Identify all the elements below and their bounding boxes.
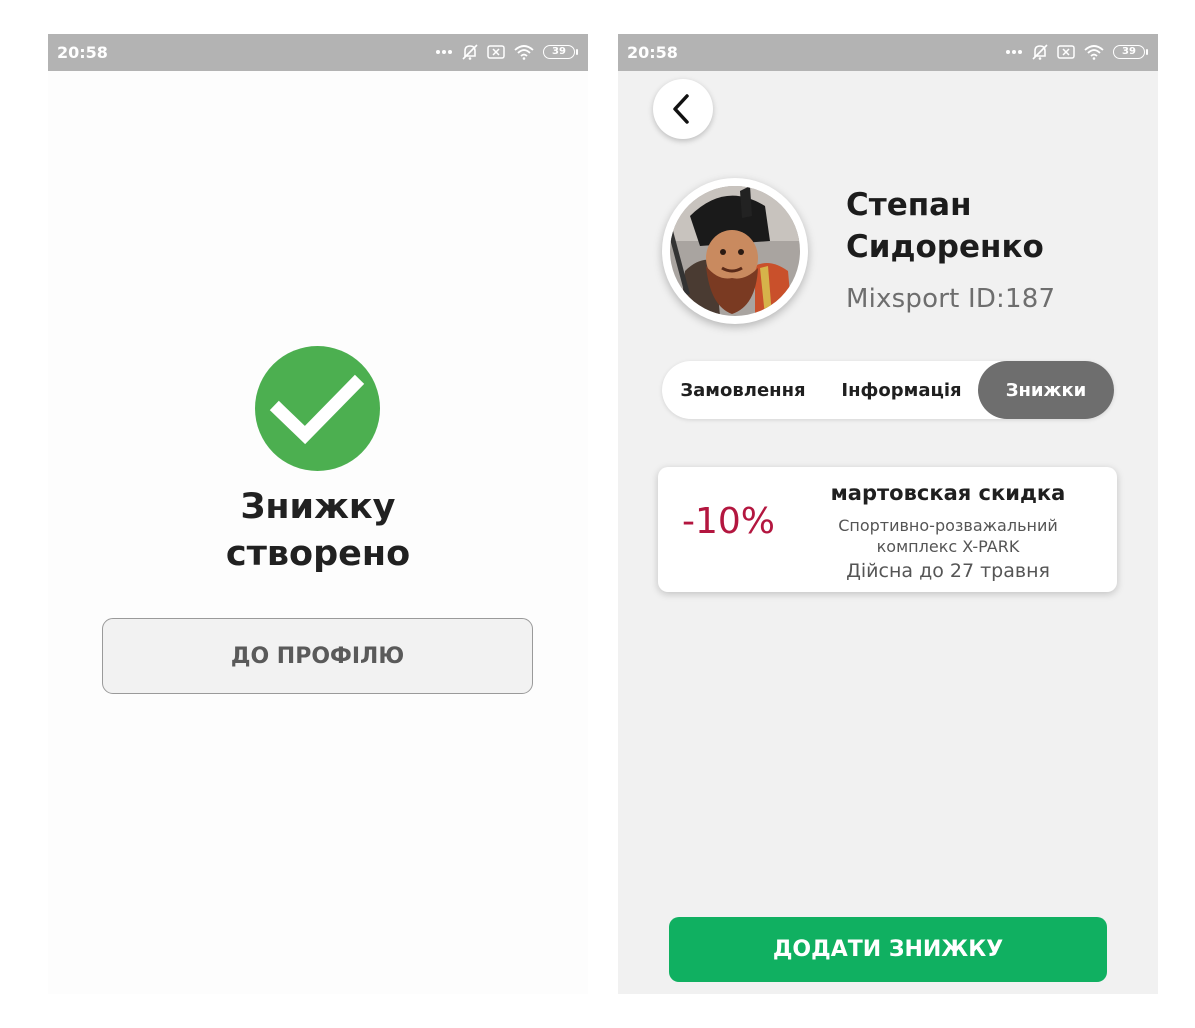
discount-percent: -10% [682,501,776,542]
status-icons: 39 [435,42,578,62]
muted-bell-icon [1032,44,1048,60]
back-button[interactable] [653,79,713,139]
success-title-line1: Знижку [240,487,396,527]
tab-information[interactable]: Інформація [824,361,979,419]
status-bar: 20:58 39 [618,34,1158,71]
discount-valid-until: Дійсна до 27 травня [846,560,1050,582]
discount-place: Спортивно-розважальний комплекс X-PARK [798,515,1098,557]
discount-place-line1: Спортивно-розважальний [838,516,1058,535]
profile-id: Mixsport ID:187 [846,284,1056,314]
discount-card[interactable]: -10% мартовская скидка Спортивно-розважа… [658,467,1117,592]
more-dots-icon [436,50,452,54]
profile-first-name: Степан [846,187,972,223]
battery-level: 39 [1113,45,1145,59]
discount-place-line2: комплекс X-PARK [876,537,1020,556]
avatar-photo [670,186,800,316]
profile-tabs: Замовлення Інформація Знижки [662,361,1114,419]
battery-icon: 39 [543,45,578,59]
add-discount-button[interactable]: ДОДАТИ ЗНИЖКУ [669,917,1107,982]
no-sim-icon [487,45,505,59]
avatar [662,178,808,324]
to-profile-button[interactable]: ДО ПРОФІЛЮ [102,618,533,694]
battery-level: 39 [543,45,575,59]
profile-screen: 20:58 39 Степан Сидоренко Mixsport ID:18… [618,34,1158,994]
success-title-line2: створено [225,534,411,574]
status-time: 20:58 [57,43,108,62]
status-bar: 20:58 39 [48,34,588,71]
battery-icon: 39 [1113,45,1148,59]
no-sim-icon [1057,45,1075,59]
muted-bell-icon [462,44,478,60]
status-icons: 39 [1005,42,1148,62]
profile-last-name: Сидоренко [846,229,1044,265]
more-dots-icon [1006,50,1022,54]
chevron-left-icon [673,94,689,124]
discount-title: мартовская скидка [830,481,1066,505]
tab-orders[interactable]: Замовлення [662,361,824,419]
tab-discounts[interactable]: Знижки [978,361,1114,419]
profile-name: Степан Сидоренко [846,184,1146,268]
check-circle-icon [255,346,380,471]
status-time: 20:58 [627,43,678,62]
wifi-icon [514,45,534,60]
success-title: Знижку створено [48,484,588,578]
discount-created-screen: 20:58 39 Знижку створено ДО ПРОФІЛЮ [48,34,588,994]
wifi-icon [1084,45,1104,60]
